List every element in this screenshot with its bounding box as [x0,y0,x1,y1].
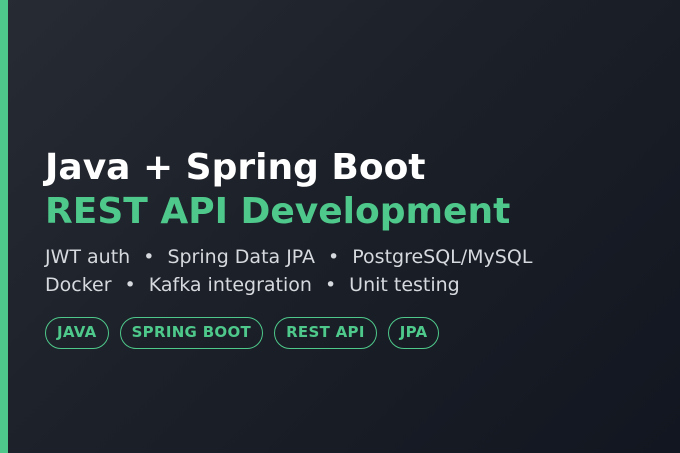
banner-subtitle: REST API Development [45,191,511,232]
feature-item: Spring Data JPA [167,246,316,268]
tag-rest-api: REST API [274,317,377,349]
bullet-separator: • [328,246,340,268]
feature-item: Kafka integration [148,274,312,296]
bullet-separator: • [324,274,337,296]
feature-item: Unit testing [349,274,460,296]
accent-bar [0,0,8,453]
tag-java: JAVA [45,317,109,349]
bullet-separator: • [143,246,155,268]
tag-list: JAVA SPRING BOOT REST API JPA [45,317,665,349]
bullet-separator: • [124,274,136,296]
feature-line-1: JWT auth • Spring Data JPA • PostgreSQL/MySQ… [45,243,665,271]
tag-jpa: JPA [387,317,440,349]
banner-title: Java + Spring Boot [45,147,426,188]
feature-item: JWT auth [45,246,131,268]
feature-line-2: Docker • Kafka integration • Unit testing [45,271,665,299]
feature-item: Docker [45,274,112,296]
gig-banner: Java + Spring Boot REST API Development … [0,0,680,453]
banner-content: Java + Spring Boot REST API Development … [45,146,665,349]
feature-list: JWT auth • Spring Data JPA • PostgreSQL/MySQ… [45,243,665,299]
tag-spring-boot: SPRING BOOT [119,317,264,349]
feature-item: PostgreSQL/MySQL [352,246,533,268]
